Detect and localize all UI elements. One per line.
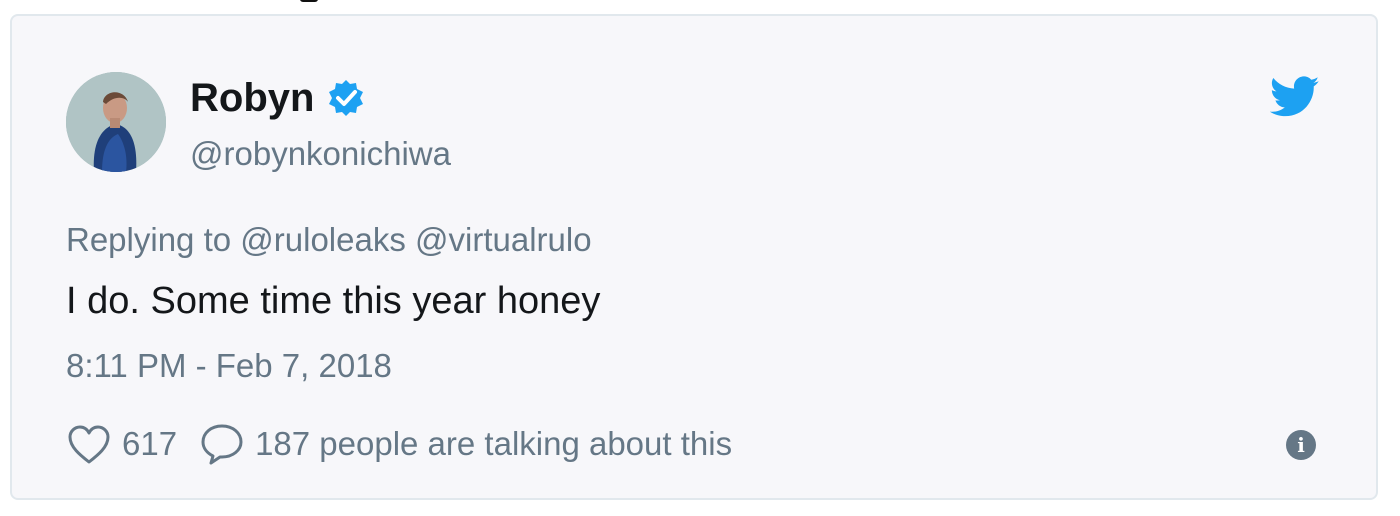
reply-button[interactable]: 187 people are talking about this — [199, 422, 732, 466]
reply-mentions[interactable]: @ruloleaks @virtualrulo — [240, 221, 591, 258]
page: Robyn @robynkonichiwa Replying to @rulol… — [0, 0, 1400, 516]
verified-badge-icon — [326, 78, 366, 118]
author-name[interactable]: Robyn — [190, 74, 366, 122]
info-icon[interactable]: i — [1286, 430, 1316, 460]
avatar[interactable] — [66, 72, 166, 172]
author-name-text[interactable]: Robyn — [190, 74, 314, 122]
tweet-actions: 617 187 people are talking about this — [66, 420, 732, 468]
tweet-text: I do. Some time this year honey — [66, 280, 601, 322]
tweet-timestamp[interactable]: 8:11 PM - Feb 7, 2018 — [66, 346, 392, 386]
speech-bubble-icon — [201, 424, 243, 465]
twitter-bird-icon[interactable] — [1269, 76, 1320, 118]
replying-to-line: Replying to @ruloleaks @virtualrulo — [66, 220, 592, 260]
like-button[interactable]: 617 — [66, 423, 199, 465]
talking-about-text: 187 people are talking about this — [255, 425, 733, 462]
reply-prefix: Replying to — [66, 221, 232, 258]
like-count: 617 — [122, 425, 178, 462]
cropped-top-text — [300, 0, 460, 4]
tweet-embed-card[interactable]: Robyn @robynkonichiwa Replying to @rulol… — [10, 14, 1378, 500]
author-handle[interactable]: @robynkonichiwa — [190, 134, 451, 174]
heart-icon — [68, 425, 110, 464]
